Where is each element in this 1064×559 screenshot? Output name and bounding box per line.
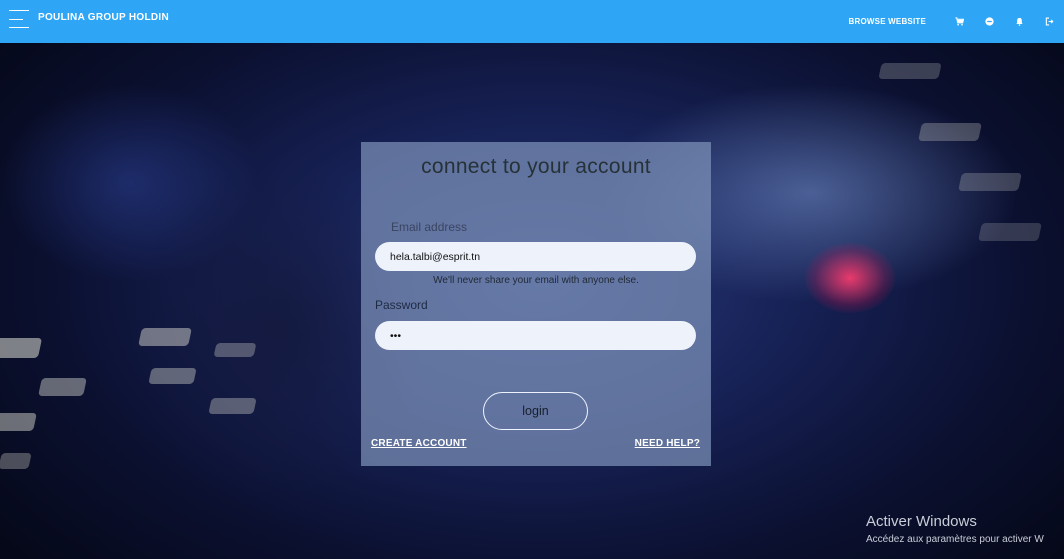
top-navbar: POULINA GROUP HOLDIN BROWSE WEBSITE [0,0,1064,43]
password-label: Password [375,298,428,312]
password-field[interactable] [375,321,696,350]
login-card: connect to your account Email address We… [361,142,711,466]
browse-website-link[interactable]: BROWSE WEBSITE [849,17,926,26]
cart-icon[interactable] [944,17,974,26]
logout-icon[interactable] [1034,17,1064,26]
windows-activation-title: Activer Windows [866,513,977,530]
email-label: Email address [391,220,468,234]
login-title: connect to your account [421,155,651,178]
email-field[interactable] [375,242,696,271]
create-account-link[interactable]: CREATE ACCOUNT [371,438,467,449]
navbar-actions: BROWSE WEBSITE [849,0,1064,43]
bell-icon[interactable] [1004,17,1034,26]
login-button[interactable]: login [483,392,588,430]
windows-activation-text: Accédez aux paramètres pour activer W [866,534,1044,545]
hamburger-menu-icon[interactable] [9,10,29,28]
minus-circle-icon[interactable] [974,17,1004,26]
need-help-link[interactable]: NEED HELP? [635,438,700,449]
email-hint: We'll never share your email with anyone… [433,275,639,286]
brand-name[interactable]: POULINA GROUP HOLDIN [38,12,169,24]
